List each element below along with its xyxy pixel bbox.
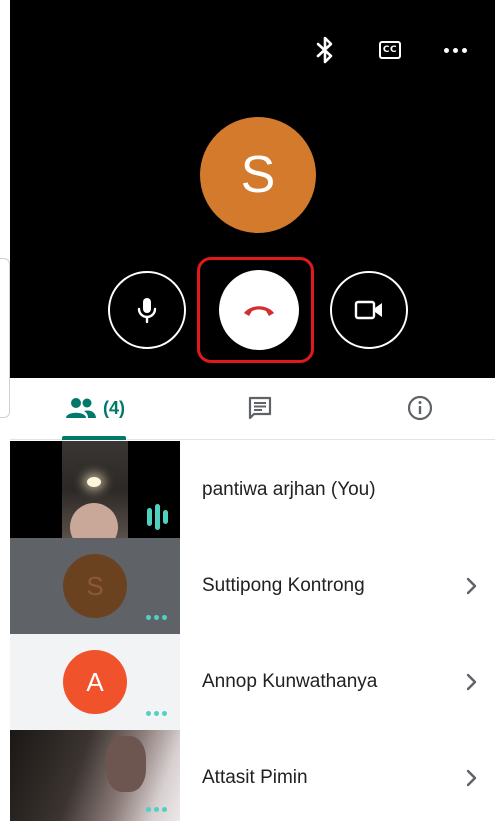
- participant-row[interactable]: Attasit Pimin: [10, 730, 495, 821]
- participant-row[interactable]: pantiwa arjhan (You): [10, 441, 495, 538]
- audio-idle-icon: [146, 807, 167, 812]
- microphone-icon: [137, 298, 157, 324]
- participant-name: pantiwa arjhan (You): [202, 478, 376, 500]
- participant-video-thumbnail: [10, 730, 180, 821]
- chat-icon: [248, 396, 272, 420]
- info-icon: [407, 395, 433, 421]
- participants-list: pantiwa arjhan (You) S Suttipong Kontron…: [10, 441, 495, 821]
- chevron-right-icon[interactable]: [461, 576, 481, 596]
- audio-idle-icon: [146, 615, 167, 620]
- speaking-indicator-icon: [147, 504, 168, 530]
- chevron-right-icon[interactable]: [461, 672, 481, 692]
- tab-chat[interactable]: [230, 378, 290, 438]
- end-call-highlight: [197, 257, 314, 363]
- active-tab-indicator: [62, 436, 126, 440]
- people-icon: [66, 398, 96, 418]
- microphone-button[interactable]: [108, 271, 186, 349]
- participant-video-thumbnail: [10, 441, 180, 538]
- participant-thumbnail: S: [10, 538, 180, 634]
- participant-name: Annop Kunwathanya: [202, 671, 378, 692]
- camera-button[interactable]: [330, 271, 408, 349]
- participant-name: Attasit Pimin: [202, 767, 308, 788]
- tab-bar: (4): [10, 378, 495, 440]
- participant-thumbnail: A: [10, 634, 180, 730]
- more-horizontal-icon[interactable]: [435, 30, 475, 70]
- participant-row[interactable]: A Annop Kunwathanya: [10, 634, 495, 730]
- call-top-bar: CC: [295, 30, 495, 70]
- tab-info[interactable]: [390, 378, 450, 438]
- participant-name: Suttipong Kontrong: [202, 575, 365, 596]
- participant-avatar-letter: A: [86, 666, 104, 697]
- participant-row[interactable]: S Suttipong Kontrong: [10, 538, 495, 634]
- closed-captions-icon[interactable]: CC: [370, 30, 410, 70]
- participant-avatar: A: [63, 650, 127, 714]
- video-camera-icon: [354, 300, 382, 320]
- tab-people[interactable]: (4): [50, 378, 140, 438]
- chevron-right-icon[interactable]: [461, 768, 481, 788]
- side-panel-handle[interactable]: [0, 258, 10, 418]
- captions-label: CC: [379, 41, 401, 59]
- audio-idle-icon: [146, 711, 167, 716]
- participant-avatar: S: [63, 554, 127, 618]
- caller-avatar: S: [200, 117, 316, 233]
- caller-avatar-letter: S: [240, 146, 276, 204]
- people-count: (4): [103, 397, 125, 418]
- participant-avatar-letter: S: [86, 570, 104, 601]
- bluetooth-icon[interactable]: [305, 30, 345, 70]
